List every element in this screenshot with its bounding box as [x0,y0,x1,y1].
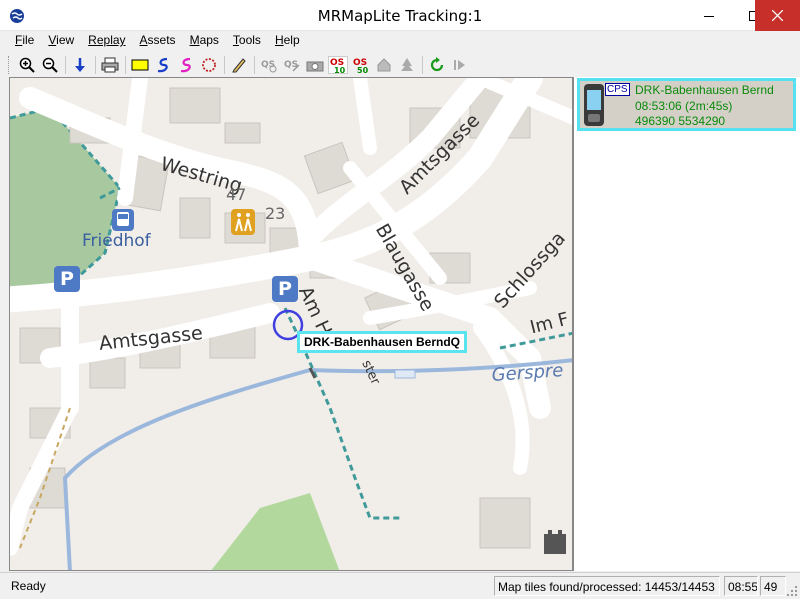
toolbar-separator [422,55,423,74]
menu-bar: File View Replay Assets Maps Tools Help [0,31,800,51]
pencil-icon [232,57,246,72]
menu-view[interactable]: View [41,31,81,51]
circle-dashed-icon [202,57,216,72]
phone-icon [584,84,604,126]
os50-button[interactable]: OS 50 [350,54,372,76]
toolbar-separator [65,55,66,74]
qs-button[interactable]: QS [258,54,280,76]
tree-button[interactable] [396,54,418,76]
place-label-friedhof: Friedhof [82,231,151,251]
title-bar: MRMapLite Tracking:1 [0,0,800,31]
svg-text:QS: QS [261,60,275,70]
menu-maps-rest: aps [199,33,219,47]
zoom-in-icon [19,57,35,73]
cps-badge: CPS [605,83,630,96]
menu-assets-rest: ssets [147,33,176,47]
rectangle-button[interactable] [129,54,151,76]
os50-icon: OS 50 [353,58,369,74]
close-icon [772,10,783,21]
qs-alt-icon: QS [284,60,300,72]
zoom-in-button[interactable] [16,54,38,76]
arrow-down-icon [75,57,85,72]
status-time: 08:55 [724,576,758,596]
parking-icon: P [54,266,80,292]
zoom-out-button[interactable] [39,54,61,76]
track-blue-icon [157,57,168,72]
menu-file[interactable]: File [8,31,41,51]
window-title: MRMapLite Tracking:1 [317,7,483,25]
menu-assets[interactable]: Assets [133,31,183,51]
status-tiles: Map tiles found/processed: 14453/14453 [494,576,720,596]
track-pink-icon [180,57,191,72]
print-button[interactable] [99,54,121,76]
tree-icon [401,57,413,71]
asset-name: DRK-Babenhausen Bernd [635,83,774,97]
tracker-label[interactable]: DRK-Babenhausen BerndQ [297,331,468,353]
menu-view-rest: iew [56,33,75,47]
toolbar-grip[interactable] [8,55,12,74]
parking-icon: P [272,276,298,302]
map-canvas [10,78,572,570]
menu-replay-rest: eplay [96,33,126,47]
os10-button[interactable]: OS 10 [327,54,349,76]
house-number-47: 47 [226,185,247,204]
play-button[interactable] [449,54,471,76]
status-extra: 49 [760,576,786,596]
house-icon [377,57,391,71]
menu-maps[interactable]: Maps [183,31,226,51]
toolbar-separator [125,55,126,74]
menu-view-key: V [48,33,57,47]
zoom-out-icon [42,57,58,73]
menu-help-rest: elp [283,33,300,47]
menu-replay-key: R [88,33,97,47]
menu-assets-key: A [139,33,148,47]
status-bar: Ready Map tiles found/processed: 14453/1… [0,572,800,599]
qs-icon: QS [261,60,277,72]
camera-button[interactable] [304,54,326,76]
track-blue-button[interactable] [152,54,174,76]
minimize-icon [703,15,714,17]
toolbar: QS QS OS 10 OS 50 [0,52,800,77]
print-icon [101,57,119,72]
arrow-down-button[interactable] [69,54,91,76]
resize-grip-icon[interactable] [786,585,798,597]
refresh-icon [430,56,444,71]
toolbar-separator [254,55,255,74]
os10-icon: OS 10 [328,55,348,74]
refresh-button[interactable] [426,54,448,76]
track-pink-button[interactable] [175,54,197,76]
asset-item[interactable]: CPS DRK-Babenhausen Bernd 08:53:06 (2m:4… [577,78,796,131]
asset-time: 08:53:06 (2m:45s) [635,99,733,113]
menu-tools[interactable]: Tools [226,31,268,51]
qs-alt-button[interactable]: QS [281,54,303,76]
menu-help[interactable]: Help [268,31,307,51]
toolbar-separator [95,55,96,74]
asset-coords: 496390 5534290 [635,114,726,128]
close-button[interactable] [755,0,800,31]
svg-text:10: 10 [334,66,346,74]
rectangle-icon [131,59,149,70]
circle-dashed-button[interactable] [198,54,220,76]
assets-panel: CPS DRK-Babenhausen Bernd 08:53:06 (2m:4… [573,77,800,571]
house-number-23: 23 [265,204,286,223]
menu-maps-key: M [189,33,200,47]
map-view[interactable]: P P Westring Amtsgasse Amtsgasse Blaugas… [9,77,573,571]
menu-file-rest: ile [22,33,35,47]
house-button[interactable] [373,54,395,76]
status-ready: Ready [11,579,46,593]
menu-help-key: H [274,33,284,47]
menu-tools-rest: ools [238,33,261,47]
camera-icon [306,61,324,71]
minimize-button[interactable] [686,0,731,31]
svg-text:50: 50 [357,66,369,74]
pencil-button[interactable] [228,54,250,76]
menu-replay[interactable]: Replay [81,31,132,51]
toolbar-separator [224,55,225,74]
play-icon [454,59,465,70]
